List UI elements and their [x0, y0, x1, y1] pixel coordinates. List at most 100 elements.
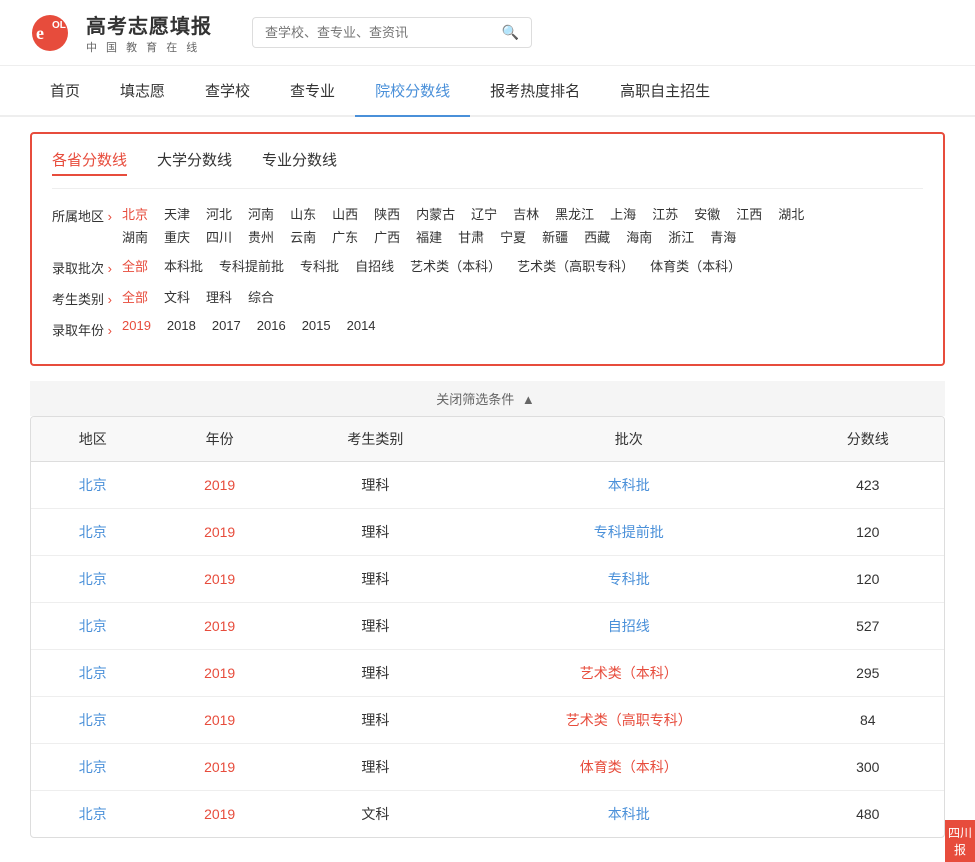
cell-region: 北京 [31, 556, 155, 603]
filter-value-重庆[interactable]: 重庆 [164, 227, 190, 246]
filter-arrow: › [108, 209, 112, 224]
filter-value-吉林[interactable]: 吉林 [513, 204, 539, 223]
table-row: 北京2019理科专科批120 [31, 556, 944, 603]
search-bar[interactable]: 🔍 [252, 17, 532, 48]
filter-value-云南[interactable]: 云南 [290, 227, 316, 246]
filter-tab-各省分数线[interactable]: 各省分数线 [52, 149, 127, 176]
filter-row-2: 考生类别 ›全部文科理科综合 [52, 287, 923, 308]
filter-value-山东[interactable]: 山东 [290, 204, 316, 223]
filter-value-湖南[interactable]: 湖南 [122, 227, 148, 246]
filter-value-宁夏[interactable]: 宁夏 [500, 227, 526, 246]
filter-value-2016[interactable]: 2016 [257, 318, 286, 333]
logo: e OL 高考志愿填报 中 国 教 育 在 线 [30, 10, 212, 55]
nav-item-报考热度排名[interactable]: 报考热度排名 [470, 66, 600, 115]
cell-batch: 专科提前批 [466, 509, 792, 556]
table-header: 地区年份考生类别批次分数线 [31, 417, 944, 462]
cell-type: 理科 [285, 744, 466, 791]
filter-value-内蒙古[interactable]: 内蒙古 [416, 204, 455, 223]
nav-item-院校分数线[interactable]: 院校分数线 [355, 66, 470, 117]
col-考生类别: 考生类别 [285, 417, 466, 462]
col-批次: 批次 [466, 417, 792, 462]
filter-value-甘肃[interactable]: 甘肃 [458, 227, 484, 246]
search-input[interactable] [265, 25, 494, 40]
filter-value-体育类（本科）[interactable]: 体育类（本科） [650, 256, 741, 275]
filter-value-辽宁[interactable]: 辽宁 [471, 204, 497, 223]
filter-value-2017[interactable]: 2017 [212, 318, 241, 333]
main-nav: 首页填志愿查学校查专业院校分数线报考热度排名高职自主招生 [0, 66, 975, 117]
cell-batch: 艺术类（高职专科） [466, 697, 792, 744]
filter-value-自招线[interactable]: 自招线 [355, 256, 394, 275]
cell-batch: 专科批 [466, 556, 792, 603]
filter-box: 各省分数线 大学分数线 专业分数线 所属地区 ›北京天津河北河南山东山西陕西内蒙古辽… [30, 132, 945, 366]
filter-row-1: 录取批次 ›全部本科批专科提前批专科批自招线艺术类（本科）艺术类（高职专科）体育… [52, 256, 923, 277]
filter-value-专科提前批[interactable]: 专科提前批 [219, 256, 284, 275]
filter-value-福建[interactable]: 福建 [416, 227, 442, 246]
filter-row-label-0: 所属地区 › [52, 204, 122, 225]
filter-value-广东[interactable]: 广东 [332, 227, 358, 246]
nav-item-填志愿[interactable]: 填志愿 [100, 66, 185, 115]
filter-value-湖北[interactable]: 湖北 [778, 204, 804, 223]
cell-year: 2019 [155, 462, 285, 509]
filter-tab-大学分数线[interactable]: 大学分数线 [157, 149, 232, 176]
filter-value-山西[interactable]: 山西 [332, 204, 358, 223]
svg-text:e: e [36, 23, 44, 43]
cell-region: 北京 [31, 791, 155, 838]
nav-item-首页[interactable]: 首页 [30, 66, 100, 115]
table-body: 北京2019理科本科批423北京2019理科专科提前批120北京2019理科专科… [31, 462, 944, 838]
cell-score: 423 [792, 462, 944, 509]
filter-value-全部[interactable]: 全部 [122, 287, 148, 306]
filter-value-2019[interactable]: 2019 [122, 318, 151, 333]
filter-value-河南[interactable]: 河南 [248, 204, 274, 223]
filter-value-安徽[interactable]: 安徽 [694, 204, 720, 223]
table-row: 北京2019理科艺术类（高职专科）84 [31, 697, 944, 744]
filter-value-北京[interactable]: 北京 [122, 204, 148, 223]
filter-value-陕西[interactable]: 陕西 [374, 204, 400, 223]
filter-value-艺术类（高职专科）[interactable]: 艺术类（高职专科） [517, 256, 634, 275]
table-row: 北京2019理科艺术类（本科）295 [31, 650, 944, 697]
filter-value-河北[interactable]: 河北 [206, 204, 232, 223]
filter-arrow: › [108, 323, 112, 338]
filter-value-艺术类（本科）[interactable]: 艺术类（本科） [410, 256, 501, 275]
cell-year: 2019 [155, 509, 285, 556]
cell-type: 理科 [285, 462, 466, 509]
filter-value-江苏[interactable]: 江苏 [652, 204, 678, 223]
filter-value-江西[interactable]: 江西 [736, 204, 762, 223]
filter-value-新疆[interactable]: 新疆 [542, 227, 568, 246]
filter-value-本科批[interactable]: 本科批 [164, 256, 203, 275]
logo-main: 高考志愿填报 [86, 10, 212, 39]
svg-text:OL: OL [52, 20, 66, 31]
filter-value-浙江[interactable]: 浙江 [668, 227, 694, 246]
filter-value-青海[interactable]: 青海 [710, 227, 736, 246]
table-header-row: 地区年份考生类别批次分数线 [31, 417, 944, 462]
filter-value-四川[interactable]: 四川 [206, 227, 232, 246]
filter-value-综合[interactable]: 综合 [248, 287, 274, 306]
nav-item-高职自主招生[interactable]: 高职自主招生 [600, 66, 730, 115]
cell-type: 理科 [285, 650, 466, 697]
cell-year: 2019 [155, 744, 285, 791]
filter-value-专科批[interactable]: 专科批 [300, 256, 339, 275]
header: e OL 高考志愿填报 中 国 教 育 在 线 🔍 [0, 0, 975, 66]
filter-value-文科[interactable]: 文科 [164, 287, 190, 306]
cell-region: 北京 [31, 509, 155, 556]
filter-value-理科[interactable]: 理科 [206, 287, 232, 306]
filter-tab-专业分数线[interactable]: 专业分数线 [262, 149, 337, 176]
filter-value-海南[interactable]: 海南 [626, 227, 652, 246]
nav-item-查学校[interactable]: 查学校 [185, 66, 270, 115]
table-row: 北京2019理科体育类（本科）300 [31, 744, 944, 791]
filter-value-上海[interactable]: 上海 [610, 204, 636, 223]
filter-value-西藏[interactable]: 西藏 [584, 227, 610, 246]
filter-row-3: 录取年份 ›201920182017201620152014 [52, 318, 923, 339]
filter-value-2018[interactable]: 2018 [167, 318, 196, 333]
col-地区: 地区 [31, 417, 155, 462]
close-filter-button[interactable]: 关闭筛选条件 ▲ [30, 381, 945, 416]
filter-value-天津[interactable]: 天津 [164, 204, 190, 223]
cell-year: 2019 [155, 697, 285, 744]
filter-value-黑龙江[interactable]: 黑龙江 [555, 204, 594, 223]
filter-value-全部[interactable]: 全部 [122, 256, 148, 275]
cell-score: 527 [792, 603, 944, 650]
filter-value-2014[interactable]: 2014 [347, 318, 376, 333]
filter-value-2015[interactable]: 2015 [302, 318, 331, 333]
nav-item-查专业[interactable]: 查专业 [270, 66, 355, 115]
filter-value-广西[interactable]: 广西 [374, 227, 400, 246]
filter-value-贵州[interactable]: 贵州 [248, 227, 274, 246]
